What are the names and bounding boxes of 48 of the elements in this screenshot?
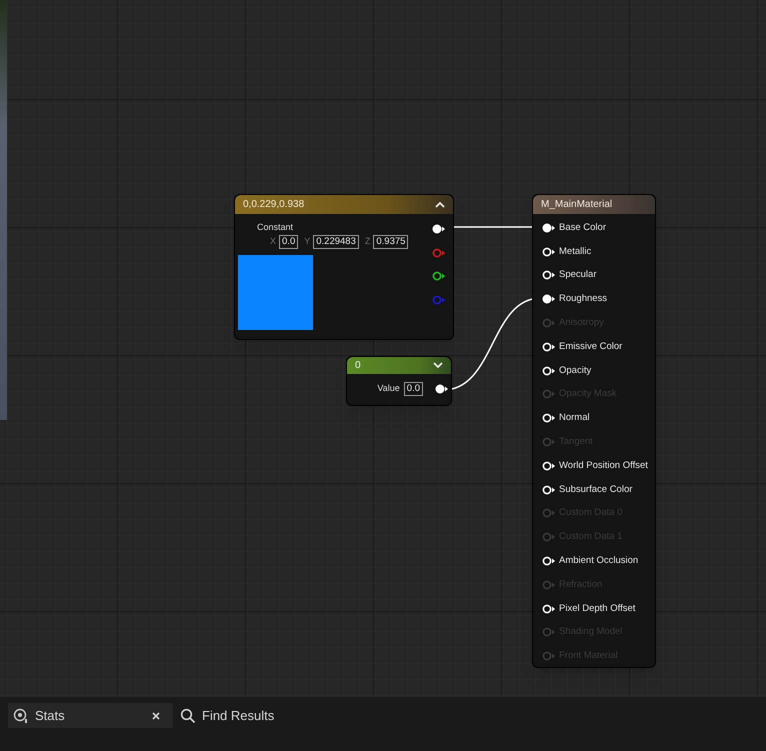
search-icon: [180, 708, 196, 724]
scalar-node[interactable]: 0 Value 0.0: [346, 356, 452, 406]
value-field[interactable]: 0.229483: [313, 235, 359, 249]
panel-tab[interactable]: Find Results: [175, 703, 280, 728]
value-field[interactable]: 0.9375: [373, 235, 408, 249]
pin-icon[interactable]: [542, 246, 555, 257]
pin-icon[interactable]: [542, 460, 555, 471]
material-node[interactable]: [532, 194, 656, 668]
pin-icon[interactable]: [542, 222, 555, 233]
pin-label: Ambient Occlusion: [559, 554, 638, 568]
close-icon[interactable]: [152, 712, 160, 720]
pin-label: Emissive Color: [559, 340, 622, 354]
pin-icon[interactable]: [542, 604, 555, 614]
pin-icon[interactable]: [542, 556, 555, 566]
pin-icon[interactable]: [432, 224, 445, 234]
pin-label: Pixel Depth Offset: [559, 602, 636, 616]
panel-tab[interactable]: Stats: [8, 703, 173, 728]
pin-label: Base Color: [559, 220, 606, 235]
value-field[interactable]: 0.0: [404, 382, 423, 396]
pin-icon[interactable]: [542, 484, 555, 495]
stats-icon: [13, 708, 29, 724]
pin-label: Roughness: [559, 292, 608, 306]
pin-label: Opacity: [559, 364, 592, 378]
pin-label: Subsurface Color: [559, 482, 632, 497]
pin-label: Metallic: [559, 244, 592, 259]
pin-label: Specular: [559, 268, 596, 282]
pin-label: World Position Offset: [559, 458, 648, 473]
node-label: Constant: [257, 222, 294, 233]
pin-icon[interactable]: [542, 413, 555, 424]
constant-node[interactable]: 0,0.229,0.938 Constant X 0.0 Y 0.229483 Z 0.9375: [234, 194, 454, 340]
node-title: M_MainMaterial: [541, 198, 612, 212]
node-title: 0,0.229,0.938: [243, 198, 304, 212]
node-title: 0: [355, 359, 361, 373]
axis-label: Z: [364, 235, 370, 248]
pin-icon[interactable]: [542, 366, 555, 376]
pin-icon[interactable]: [542, 270, 555, 280]
node-label: Value: [377, 382, 400, 396]
expand-icon[interactable]: [433, 362, 443, 369]
collapse-icon[interactable]: [435, 201, 445, 208]
axis-label: Y: [304, 235, 310, 248]
value-field[interactable]: 0.0: [279, 235, 298, 249]
graph-canvas[interactable]: [0, 0, 766, 697]
pin-icon[interactable]: [542, 294, 555, 304]
pin-label: Normal: [559, 411, 590, 426]
pin-icon[interactable]: [435, 384, 448, 394]
pin-icon[interactable]: [432, 271, 445, 282]
axis-label: X: [270, 235, 276, 248]
pin-icon[interactable]: [542, 342, 555, 352]
